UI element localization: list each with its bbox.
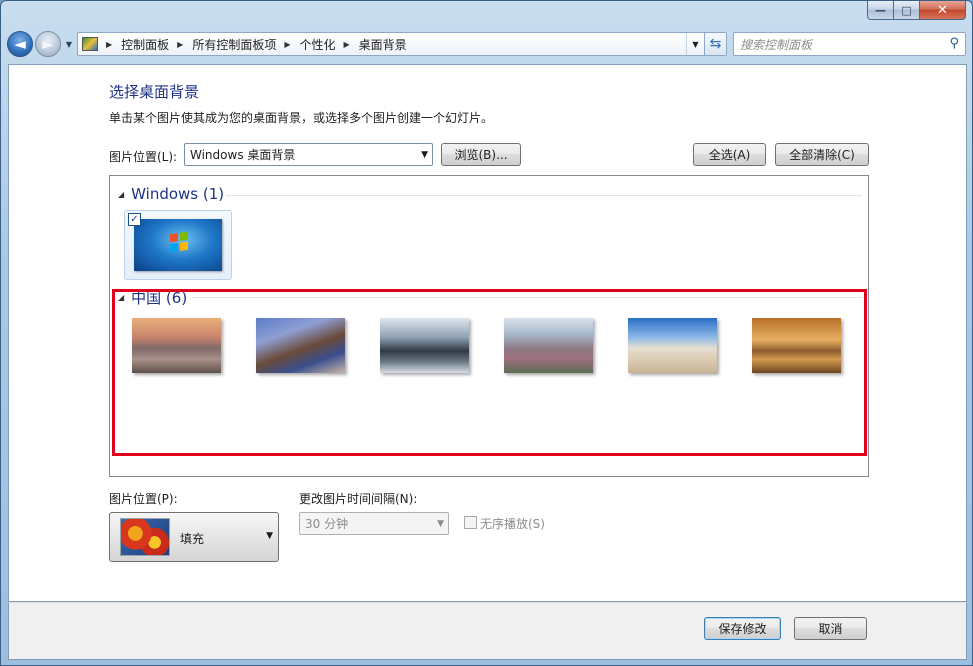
collapse-triangle-icon[interactable]: ◢ xyxy=(118,190,124,199)
breadcrumb-desktop-background[interactable]: 桌面背景 xyxy=(359,36,407,53)
interval-select[interactable]: 30 分钟 ▼ xyxy=(299,512,449,535)
breadcrumb-separator-icon[interactable]: ▶ xyxy=(177,40,183,49)
browse-button[interactable]: 浏览(B)... xyxy=(441,143,521,166)
group-header-windows[interactable]: ◢ Windows (1) xyxy=(118,185,224,203)
chevron-down-icon: ▼ xyxy=(421,149,428,160)
search-placeholder: 搜索控制面板 xyxy=(740,37,813,52)
page-title: 选择桌面背景 xyxy=(109,83,200,101)
picture-location-select[interactable]: Windows 桌面背景 ▼ xyxy=(184,143,433,166)
back-button[interactable]: ◄ xyxy=(7,31,33,57)
minimize-button[interactable]: — xyxy=(867,1,894,20)
breadcrumb-separator-icon[interactable]: ▶ xyxy=(284,40,290,49)
control-panel-window: — □ ✕ ◄ ► ▼ ▶ 控制面板 ▶ 所有控制面板项 ▶ 个性化 ▶ 桌面背… xyxy=(0,0,973,666)
picture-position-label: 图片位置(P): xyxy=(109,492,178,506)
thumbnail-checkbox-checked[interactable]: ✓ xyxy=(128,213,141,226)
search-icon[interactable]: ⚲ xyxy=(949,36,959,51)
maximize-button[interactable]: □ xyxy=(894,1,920,20)
group-title: Windows (1) xyxy=(131,185,225,203)
breadcrumb-separator-icon[interactable]: ▶ xyxy=(106,40,112,49)
search-input[interactable]: 搜索控制面板 ⚲ xyxy=(733,32,966,56)
flower-preview-image xyxy=(120,518,170,556)
interval-value: 30 分钟 xyxy=(305,517,349,531)
shuffle-checkbox[interactable] xyxy=(464,516,477,529)
interval-label: 更改图片时间间隔(N): xyxy=(299,492,418,506)
windows-logo-icon xyxy=(170,231,188,253)
refresh-icon[interactable]: ⇆ xyxy=(704,33,726,55)
navigation-bar: ◄ ► ▼ ▶ 控制面板 ▶ 所有控制面板项 ▶ 个性化 ▶ 桌面背景 ▼ ⇆ … xyxy=(7,29,966,59)
chevron-down-icon: ▼ xyxy=(266,531,273,541)
picture-location-value: Windows 桌面背景 xyxy=(190,148,296,162)
save-changes-button[interactable]: 保存修改 xyxy=(704,617,781,640)
highlight-box xyxy=(112,289,867,456)
cancel-button[interactable]: 取消 xyxy=(794,617,867,640)
breadcrumb-separator-icon[interactable]: ▶ xyxy=(344,40,350,49)
footer-bar: 保存修改 取消 xyxy=(8,602,967,660)
address-history-dropdown-icon[interactable]: ▼ xyxy=(686,33,704,55)
breadcrumb-control-panel[interactable]: 控制面板 xyxy=(121,36,169,53)
shuffle-label: 无序播放(S) xyxy=(480,517,545,531)
clear-all-button[interactable]: 全部清除(C) xyxy=(775,143,869,166)
windows-7-wallpaper-image xyxy=(134,219,222,271)
caption-buttons: — □ ✕ xyxy=(867,1,966,20)
recent-pages-dropdown-icon[interactable]: ▼ xyxy=(63,40,75,49)
close-button[interactable]: ✕ xyxy=(920,1,966,20)
breadcrumb: ▶ 控制面板 ▶ 所有控制面板项 ▶ 个性化 ▶ 桌面背景 xyxy=(98,36,407,53)
breadcrumb-personalization[interactable]: 个性化 xyxy=(300,36,336,53)
breadcrumb-all-items[interactable]: 所有控制面板项 xyxy=(192,36,276,53)
picture-position-select[interactable]: 填充 ▼ xyxy=(109,512,279,562)
forward-button[interactable]: ► xyxy=(35,31,61,57)
chevron-down-icon: ▼ xyxy=(437,518,444,529)
control-panel-icon xyxy=(82,37,98,51)
wallpaper-thumbnail-windows-selected[interactable]: ✓ xyxy=(124,210,232,280)
page-description: 单击某个图片使其成为您的桌面背景，或选择多个图片创建一个幻灯片。 xyxy=(109,111,494,125)
group-divider xyxy=(226,195,862,196)
select-all-button[interactable]: 全选(A) xyxy=(693,143,766,166)
picture-location-label: 图片位置(L): xyxy=(109,150,178,164)
picture-position-value: 填充 xyxy=(180,532,205,546)
address-bar[interactable]: ▶ 控制面板 ▶ 所有控制面板项 ▶ 个性化 ▶ 桌面背景 ▼ ⇆ xyxy=(77,32,727,56)
